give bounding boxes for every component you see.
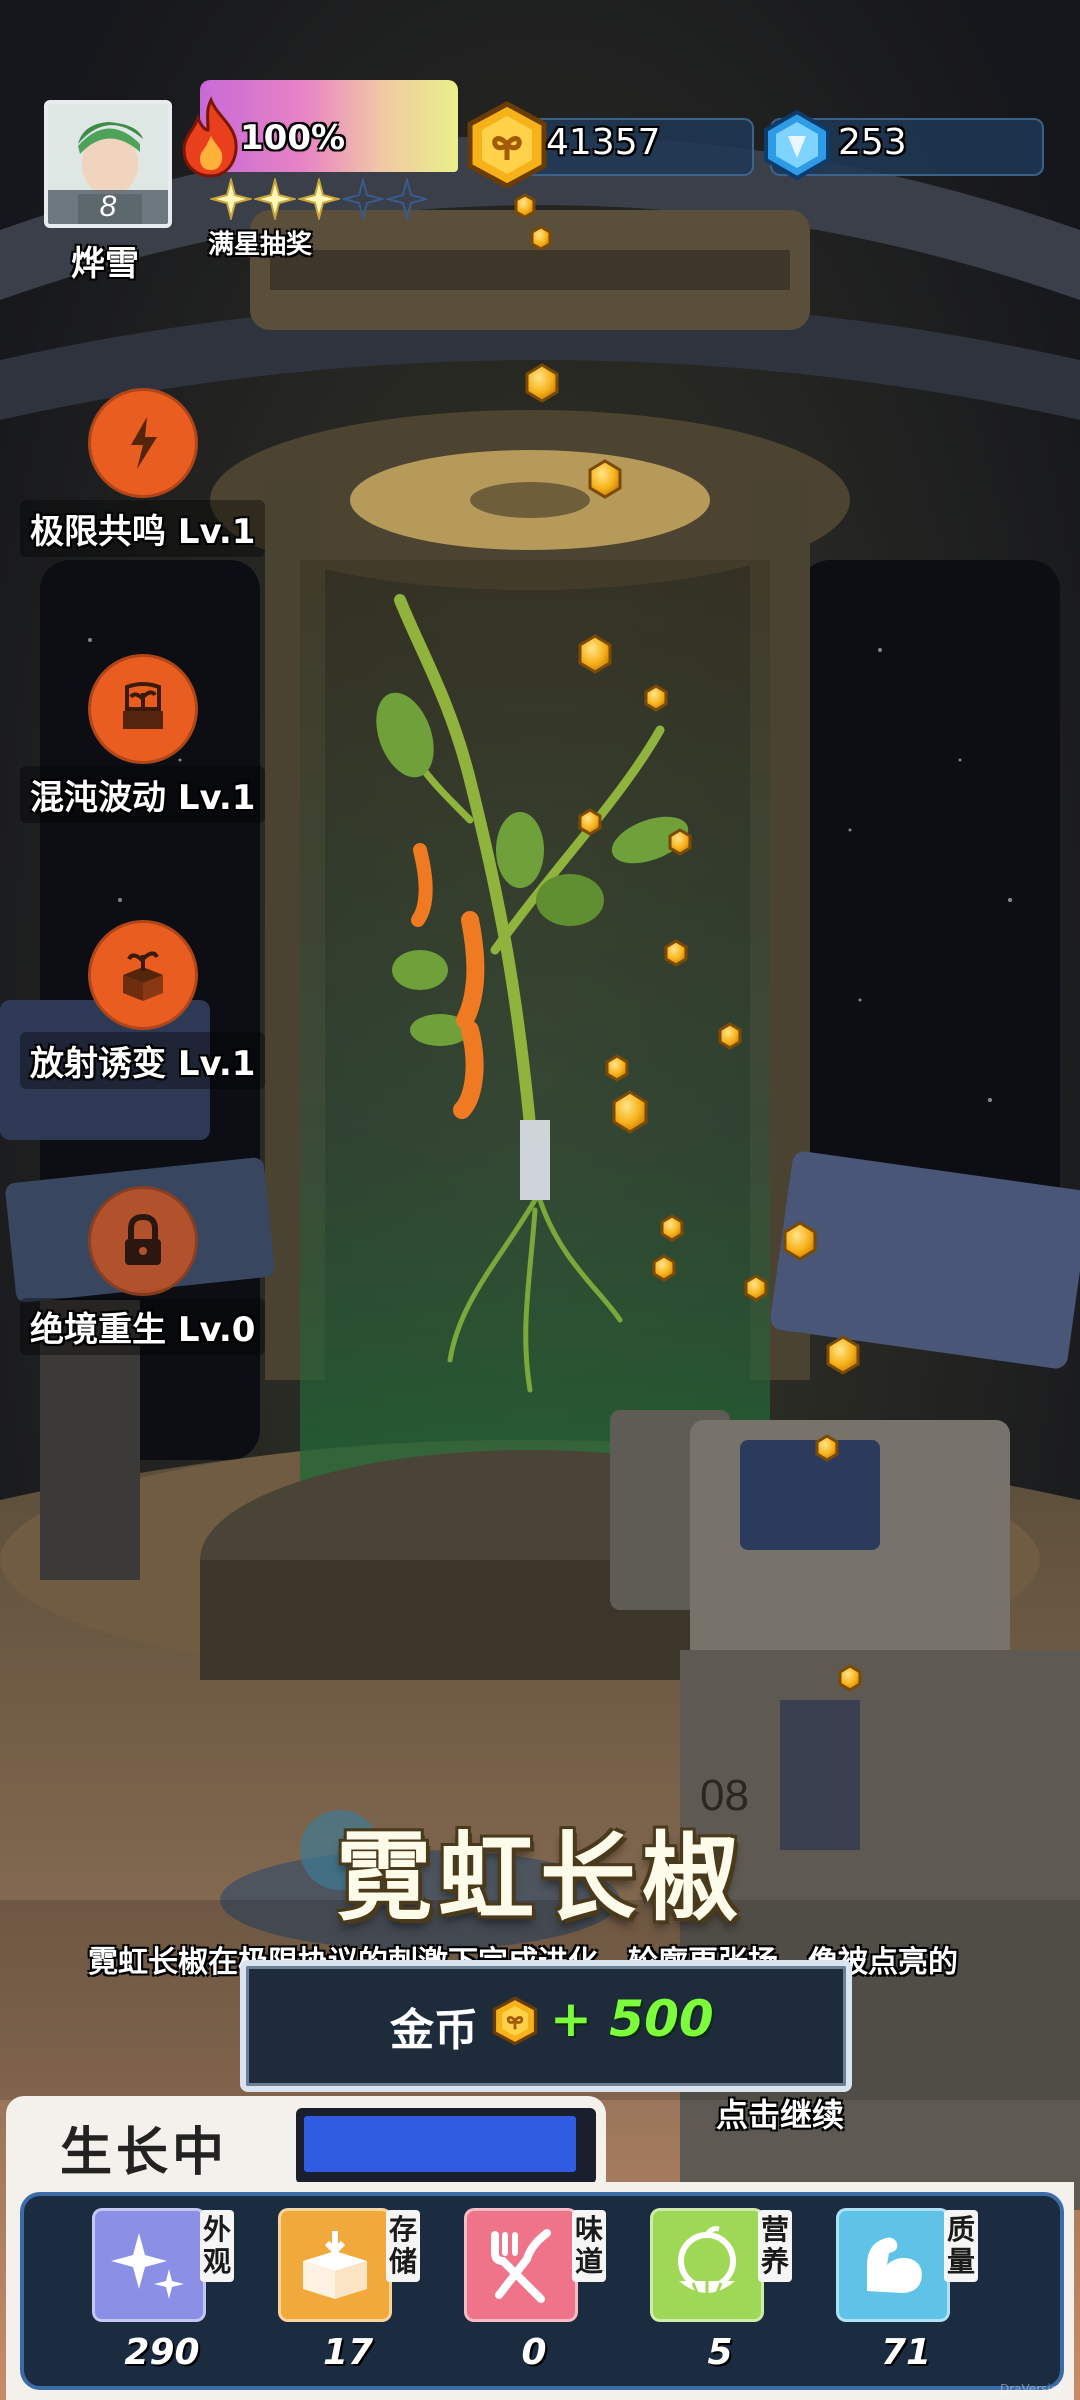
stat-tag-appearance: 外观 [200,2210,234,2282]
lightning-sprout-icon [131,417,157,469]
skill-radiation-mutation[interactable] [88,920,198,1030]
game-screen: 08 8 烨雪 100% 满星抽奖 41357 253 极限共鸣 Lv.1 混沌… [0,0,1080,2400]
skill-extreme-resonance[interactable] [88,388,198,498]
skill-label-radiation-mutation: 放射诱变 Lv.1 [20,1032,266,1089]
stat-tag-quality: 质量 [944,2210,978,2282]
star-empty-icon [342,178,384,220]
stat-tile-nutrition [650,2208,764,2322]
watermark: DraVersion [1000,2382,1066,2396]
blue-gem-icon [764,109,830,181]
muscle-arm-icon [867,2237,922,2293]
stat-nutrition[interactable]: 营养 5 [650,2196,800,2376]
gold-amount: 41357 [546,122,661,163]
box-icon [303,2231,367,2299]
padlock-icon [125,1213,161,1265]
plant-name-title: 霓虹长椒 [336,1822,744,1934]
star-filled-icon [298,178,340,220]
star-rating [210,178,430,224]
full-star-lottery-label[interactable]: 满星抽奖 [208,224,312,261]
skill-label-desperate-rebirth: 绝境重生 Lv.0 [20,1298,266,1355]
growth-progress-fill [304,2116,576,2172]
skill-label-chaos-wave: 混沌波动 Lv.1 [20,766,266,823]
stat-appearance[interactable]: 外观 290 [92,2196,242,2376]
reward-label: 金币 [390,2005,478,2056]
skill-icon-1 [88,654,198,764]
stat-value-storage: 17 [322,2332,374,2373]
fork-knife-icon [491,2229,551,2303]
reward-coin-icon [492,1996,538,2046]
citrus-icon [678,2226,736,2295]
stat-storage[interactable]: 存储 17 [278,2196,428,2376]
stat-value-nutrition: 5 [707,2332,733,2373]
stat-tag-nutrition: 营养 [758,2210,792,2282]
gem-amount: 253 [838,122,907,163]
growth-status-label: 生长中 [60,2123,229,2183]
stat-value-flavor: 0 [521,2332,547,2373]
stat-flavor[interactable]: 味道 0 [464,2196,614,2376]
player-avatar[interactable]: 8 [44,100,172,228]
skill-chaos-wave[interactable] [88,654,198,764]
gold-coin-icon [467,101,547,189]
skill-label-extreme-resonance: 极限共鸣 Lv.1 [20,500,266,557]
player-name: 烨雪 [71,244,139,284]
stat-tile-quality [836,2208,950,2322]
stat-tile-flavor [464,2208,578,2322]
plant-box-icon [123,951,163,1001]
reward-popup [240,1960,852,2092]
stat-tag-flavor: 味道 [572,2210,606,2282]
fire-progress-value: 100% [240,118,346,158]
skill-icon-0 [88,388,198,498]
player-level: 8 [48,190,168,224]
potted-plant-icon [123,682,163,729]
stat-tag-storage: 存储 [386,2210,420,2282]
stat-quality[interactable]: 质量 71 [836,2196,986,2376]
tap-to-continue[interactable]: 点击继续 [716,2090,844,2136]
stat-value-quality: 71 [880,2332,932,2373]
star-empty-icon [386,178,428,220]
stat-tile-appearance [92,2208,206,2322]
skill-desperate-rebirth[interactable] [88,1186,198,1296]
skill-icon-2 [88,920,198,1030]
star-filled-icon [254,178,296,220]
stat-value-appearance: 290 [124,2332,200,2373]
skill-icon-3 [88,1186,198,1296]
stat-tile-storage [278,2208,392,2322]
star-filled-icon [210,178,252,220]
reward-amount: + 500 [550,1990,714,2048]
sparkle-icon [111,2233,184,2299]
flame-icon [182,96,238,178]
